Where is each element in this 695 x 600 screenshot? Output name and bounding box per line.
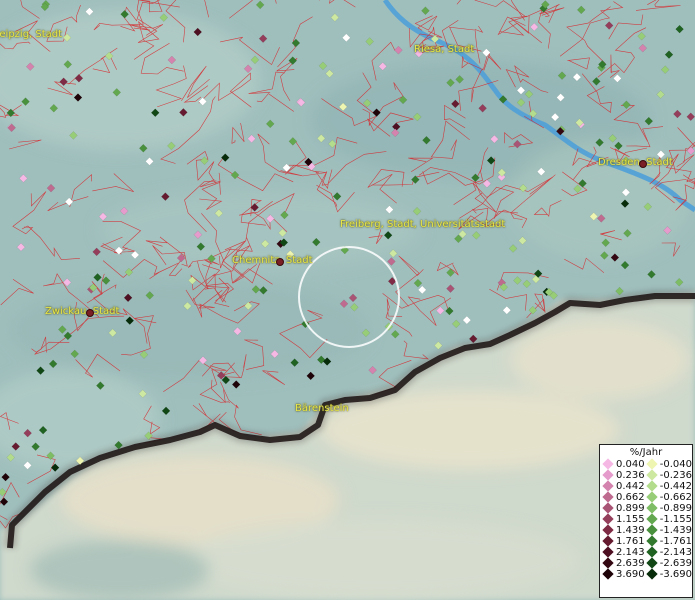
- diamond-icon: [602, 546, 614, 558]
- legend-value-negative: -1.439: [659, 525, 692, 536]
- legend-swatch-negative: [646, 513, 660, 525]
- diamond-icon: [646, 513, 658, 525]
- legend-swatch-positive: [602, 458, 616, 470]
- diamond-icon: [602, 535, 614, 547]
- legend-row: 3.690 -3.690: [602, 568, 692, 580]
- legend-swatch-positive: [602, 513, 616, 525]
- map-canvas[interactable]: [0, 0, 695, 600]
- legend-swatch-negative: [646, 568, 660, 580]
- legend-row: 0.899 -0.899: [602, 502, 692, 514]
- diamond-icon: [602, 502, 614, 514]
- diamond-icon: [602, 513, 614, 525]
- legend-row: 0.442 -0.442: [602, 480, 692, 492]
- legend-value-positive: 0.442: [616, 481, 645, 492]
- legend-swatch-negative: [646, 469, 660, 481]
- diamond-icon: [602, 458, 614, 470]
- legend-value-positive: 0.040: [616, 459, 645, 470]
- city-marker: [276, 258, 284, 266]
- legend-value-negative: -1.155: [659, 514, 692, 525]
- legend-panel: %/Jahr 0.040 -0.040 0.236 -0.236 0.442 -0.442…: [599, 444, 693, 598]
- legend-table: 0.040 -0.040 0.236 -0.236 0.442 -0.442 0.662 -0…: [602, 458, 692, 580]
- legend-swatch-positive: [602, 502, 616, 514]
- diamond-icon: [602, 469, 614, 481]
- diamond-icon: [646, 568, 658, 580]
- legend-row: 2.639 -2.639: [602, 557, 692, 569]
- legend-swatch-negative: [646, 535, 660, 547]
- legend-row: 1.761 -1.761: [602, 535, 692, 547]
- legend-value-positive: 2.639: [616, 558, 645, 569]
- diamond-icon: [646, 480, 658, 492]
- legend-swatch-positive: [602, 557, 616, 569]
- legend-row: 1.155 -1.155: [602, 513, 692, 525]
- diamond-icon: [602, 480, 614, 492]
- legend-value-positive: 1.155: [616, 514, 645, 525]
- legend-swatch-negative: [646, 546, 660, 558]
- legend-swatch-negative: [646, 502, 660, 514]
- diamond-icon: [646, 491, 658, 503]
- city-name: Freiberg, Stadt, Universitätsstadt: [340, 219, 506, 230]
- diamond-icon: [602, 568, 614, 580]
- diamond-icon: [646, 557, 658, 569]
- city-name: Bärenstein: [295, 403, 349, 414]
- legend-value-negative: -1.761: [659, 536, 692, 547]
- legend-row: 2.143 -2.143: [602, 546, 692, 558]
- legend-value-positive: 1.761: [616, 536, 645, 547]
- diamond-icon: [646, 502, 658, 514]
- legend-value-negative: -0.899: [659, 503, 692, 514]
- legend-value-positive: 0.236: [616, 470, 645, 481]
- legend-swatch-negative: [646, 557, 660, 569]
- legend-value-negative: -0.040: [659, 459, 692, 470]
- legend-swatch-positive: [602, 524, 616, 536]
- city-marker: [86, 309, 94, 317]
- legend-swatch-positive: [602, 568, 616, 580]
- legend-swatch-negative: [646, 480, 660, 492]
- legend-value-positive: 1.439: [616, 525, 645, 536]
- legend-value-positive: 2.143: [616, 547, 645, 558]
- legend-swatch-positive: [602, 469, 616, 481]
- city-name: Dresden, Stadt: [598, 157, 673, 168]
- legend-row: 0.040 -0.040: [602, 458, 692, 470]
- city-marker: [639, 160, 647, 168]
- city-name: Chemnitz, Stadt: [232, 255, 313, 266]
- legend-value-positive: 0.899: [616, 503, 645, 514]
- legend-row: 1.439 -1.439: [602, 524, 692, 536]
- legend-swatch-negative: [646, 458, 660, 470]
- legend-row: 0.662 -0.662: [602, 491, 692, 503]
- city-name: Riesa, Stadt: [414, 44, 475, 55]
- legend-swatch-positive: [602, 546, 616, 558]
- legend-swatch-positive: [602, 535, 616, 547]
- diamond-icon: [602, 557, 614, 569]
- city-name: Leipzig, Stadt: [0, 29, 63, 40]
- diamond-icon: [646, 535, 658, 547]
- legend-value-positive: 0.662: [616, 492, 645, 503]
- legend-row: 0.236 -0.236: [602, 469, 692, 481]
- legend-title: %/Jahr: [629, 447, 663, 458]
- legend-swatch-positive: [602, 480, 616, 492]
- legend-swatch-negative: [646, 524, 660, 536]
- diamond-icon: [646, 524, 658, 536]
- legend-value-negative: -2.143: [659, 547, 692, 558]
- diamond-icon: [646, 546, 658, 558]
- city-name: Zwickau, Stadt: [45, 306, 120, 317]
- diamond-icon: [646, 469, 658, 481]
- diamond-icon: [646, 458, 658, 470]
- diamond-icon: [602, 524, 614, 536]
- legend-value-negative: -2.639: [659, 558, 692, 569]
- legend-value-negative: -0.442: [659, 481, 692, 492]
- legend-swatch-negative: [646, 491, 660, 503]
- diamond-icon: [602, 491, 614, 503]
- legend-swatch-positive: [602, 491, 616, 503]
- legend-value-negative: -0.236: [659, 470, 692, 481]
- legend-value-negative: -0.662: [659, 492, 692, 503]
- legend-value-negative: -3.690: [659, 569, 692, 580]
- legend-value-positive: 3.690: [616, 569, 645, 580]
